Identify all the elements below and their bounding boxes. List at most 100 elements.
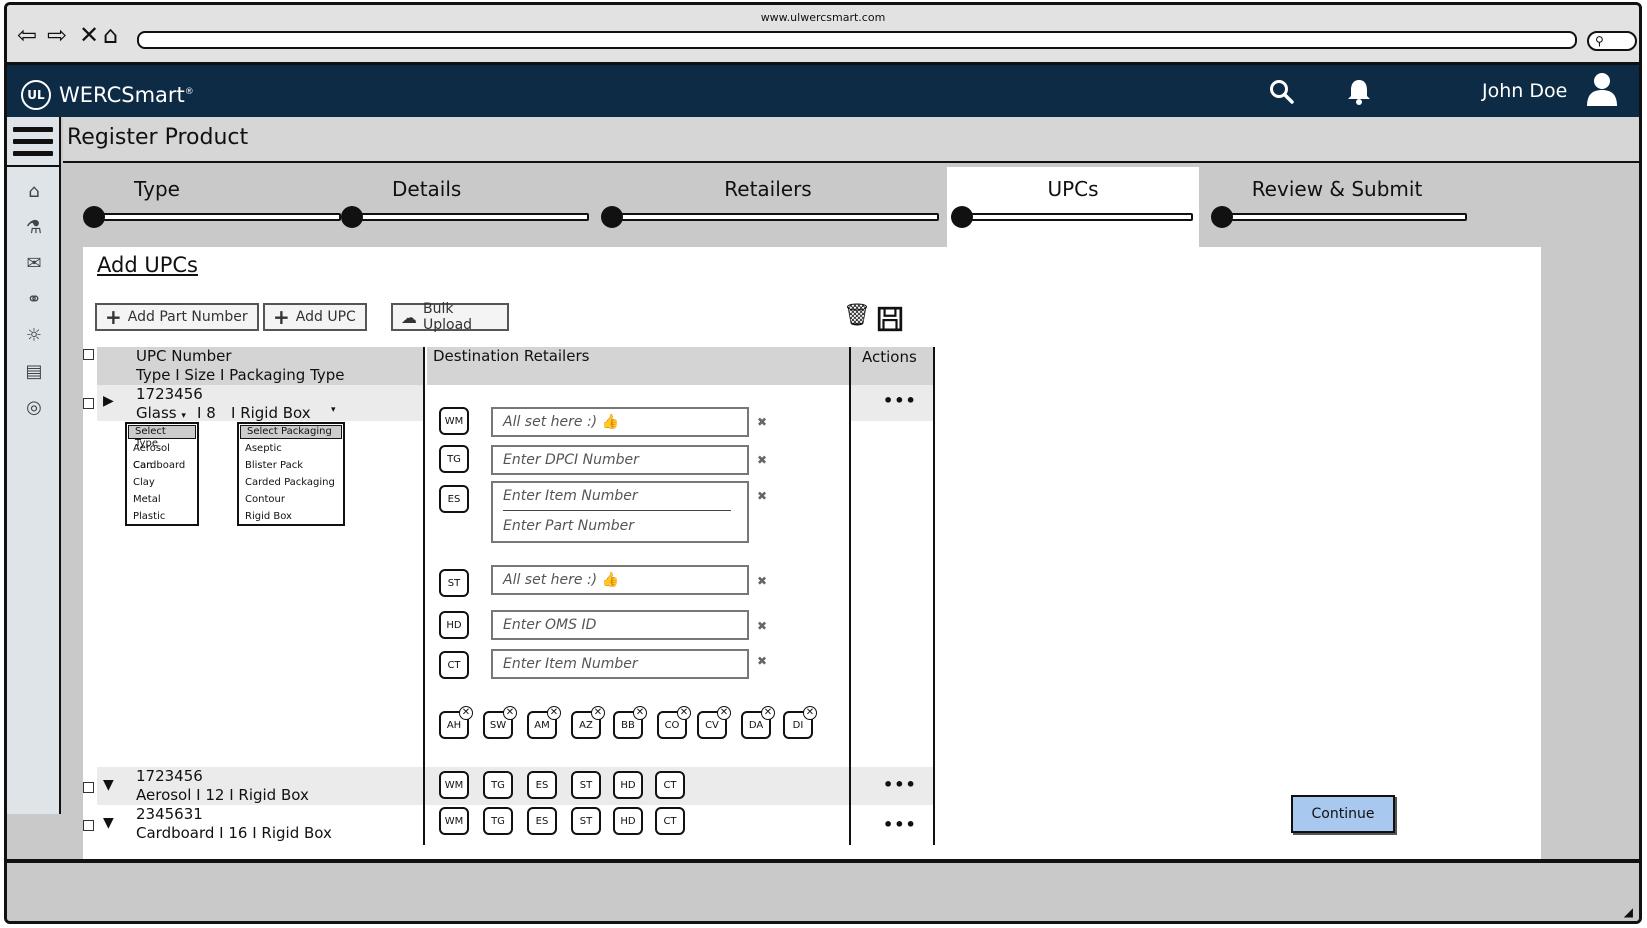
list-item[interactable]: Contour bbox=[239, 491, 343, 508]
continue-button[interactable]: Continue bbox=[1291, 795, 1395, 833]
retailer-badge-ct[interactable]: CT bbox=[439, 651, 469, 679]
retailer-badge-es[interactable]: ES bbox=[527, 807, 557, 835]
lightbulb-icon[interactable]: ☼ bbox=[21, 325, 47, 351]
trash-icon[interactable]: 🗑 bbox=[843, 303, 871, 331]
user-name[interactable]: John Doe bbox=[1482, 80, 1567, 102]
list-item[interactable]: Metal bbox=[127, 491, 197, 508]
expand-caret-icon[interactable]: ▼ bbox=[103, 777, 114, 793]
remove-icon[interactable]: ✖ bbox=[757, 453, 767, 467]
retailer-badge-cv[interactable]: CV ✕ bbox=[697, 706, 731, 739]
retailer-badge-co[interactable]: CO ✕ bbox=[657, 706, 691, 739]
retailer-badge-hd[interactable]: HD bbox=[439, 611, 469, 639]
user-avatar-icon[interactable] bbox=[1585, 70, 1619, 108]
row-checkbox[interactable] bbox=[83, 398, 94, 409]
mail-icon[interactable]: ✉ bbox=[21, 253, 47, 279]
retailer-badge-tg[interactable]: TG bbox=[483, 771, 513, 799]
wm-field[interactable]: All set here :) 👍 bbox=[491, 407, 749, 437]
row-checkbox[interactable] bbox=[83, 820, 94, 831]
part-number-field[interactable]: Enter Part Number bbox=[503, 511, 747, 539]
oms-id-field[interactable]: Enter OMS ID bbox=[491, 610, 749, 640]
close-icon[interactable]: ✕ bbox=[503, 706, 517, 720]
close-icon[interactable]: ✕ bbox=[591, 706, 605, 720]
list-item[interactable]: Blister Pack bbox=[239, 457, 343, 474]
ct-item-number-field[interactable]: Enter Item Number bbox=[491, 649, 749, 679]
search-icon[interactable] bbox=[1269, 79, 1295, 105]
address-bar[interactable] bbox=[137, 31, 1577, 49]
close-icon[interactable]: ✕ bbox=[803, 706, 817, 720]
retailer-badge-am[interactable]: AM ✕ bbox=[527, 706, 561, 739]
retailer-badge-st[interactable]: ST bbox=[571, 771, 601, 799]
retailer-badge-wm[interactable]: WM bbox=[439, 771, 469, 799]
collapse-caret-icon[interactable]: ▶ bbox=[103, 393, 114, 409]
retailer-badge-st[interactable]: ST bbox=[571, 807, 601, 835]
retailer-badge-wm[interactable]: WM bbox=[439, 807, 469, 835]
retailer-badge-hd[interactable]: HD bbox=[613, 771, 643, 799]
close-icon[interactable]: ✕ bbox=[761, 706, 775, 720]
browser-search-field[interactable]: ⚲ bbox=[1587, 31, 1637, 51]
logo[interactable]: UL WERCSmart® bbox=[21, 80, 194, 110]
add-upc-button[interactable]: + Add UPC bbox=[263, 303, 367, 331]
cart-icon[interactable]: ▤ bbox=[21, 361, 47, 387]
home-icon[interactable]: ⌂ bbox=[103, 23, 118, 47]
step-retailers[interactable]: Retailers bbox=[597, 167, 939, 247]
remove-icon[interactable]: ✖ bbox=[757, 574, 767, 588]
list-item[interactable]: Aerosol Can bbox=[127, 440, 197, 471]
step-type[interactable]: Type bbox=[79, 167, 341, 247]
packaging-listbox[interactable]: Select Packaging Aseptic Blister Pack Ca… bbox=[237, 422, 345, 526]
retailer-badge-es[interactable]: ES bbox=[527, 771, 557, 799]
close-icon[interactable]: ✕ bbox=[717, 706, 731, 720]
bulk-upload-button[interactable]: ☁ Bulk Upload bbox=[391, 301, 509, 333]
retailer-badge-az[interactable]: AZ ✕ bbox=[571, 706, 605, 739]
handshake-icon[interactable]: ⚭ bbox=[21, 289, 47, 315]
close-icon[interactable]: ✕ bbox=[459, 706, 473, 720]
list-item[interactable]: Aseptic bbox=[239, 440, 343, 457]
expand-caret-icon[interactable]: ▼ bbox=[103, 815, 114, 831]
remove-icon[interactable]: ✖ bbox=[757, 489, 767, 503]
row-actions-button[interactable]: ••• bbox=[883, 815, 917, 834]
type-listbox[interactable]: Select Type Aerosol Can Cardboard Clay M… bbox=[125, 422, 199, 526]
list-item[interactable]: Select Type bbox=[128, 425, 196, 449]
step-review-submit[interactable]: Review & Submit bbox=[1207, 167, 1467, 247]
back-icon[interactable]: ⇦ bbox=[17, 23, 37, 47]
retailer-badge-hd[interactable]: HD bbox=[613, 807, 643, 835]
size-input[interactable]: I 8 bbox=[197, 404, 216, 422]
retailer-badge-wm[interactable]: WM bbox=[439, 407, 469, 435]
chevron-down-icon[interactable]: ▾ bbox=[331, 405, 336, 415]
dpci-number-field[interactable]: Enter DPCI Number bbox=[491, 445, 749, 475]
retailer-badge-ah[interactable]: AH ✕ bbox=[439, 706, 473, 739]
type-select[interactable]: Glass ▾ bbox=[136, 404, 186, 422]
retailer-badge-tg[interactable]: TG bbox=[483, 807, 513, 835]
close-icon[interactable]: ✕ bbox=[677, 706, 691, 720]
step-upcs[interactable]: UPCs bbox=[947, 167, 1199, 247]
packaging-select[interactable]: I Rigid Box bbox=[231, 404, 311, 422]
stop-icon[interactable]: ✕ bbox=[79, 23, 99, 47]
step-details[interactable]: Details bbox=[337, 167, 589, 247]
remove-icon[interactable]: ✖ bbox=[757, 619, 767, 633]
lifebuoy-icon[interactable]: ◎ bbox=[21, 397, 47, 423]
retailer-badge-di[interactable]: DI ✕ bbox=[783, 706, 817, 739]
retailer-badge-st[interactable]: ST bbox=[439, 569, 469, 597]
save-icon[interactable] bbox=[877, 305, 903, 333]
list-item[interactable]: Carded Packaging bbox=[239, 474, 343, 491]
remove-icon[interactable]: ✖ bbox=[757, 415, 767, 429]
flask-icon[interactable]: ⚗ bbox=[21, 217, 47, 243]
close-icon[interactable]: ✕ bbox=[633, 706, 647, 720]
add-part-number-button[interactable]: + Add Part Number bbox=[95, 303, 259, 331]
item-number-field[interactable]: Enter Item Number bbox=[503, 483, 731, 511]
retailer-badge-ct[interactable]: CT bbox=[655, 807, 685, 835]
list-item[interactable]: Rigid Box bbox=[239, 508, 343, 525]
remove-icon[interactable]: ✖ bbox=[757, 654, 767, 668]
st-field[interactable]: All set here :) 👍 bbox=[491, 565, 749, 595]
retailer-badge-bb[interactable]: BB ✕ bbox=[613, 706, 647, 739]
list-item[interactable]: Clay bbox=[127, 474, 197, 491]
select-all-checkbox[interactable] bbox=[83, 349, 94, 360]
row-actions-button[interactable]: ••• bbox=[883, 391, 917, 410]
forward-icon[interactable]: ⇨ bbox=[47, 23, 67, 47]
bell-icon[interactable] bbox=[1346, 77, 1372, 105]
row-checkbox[interactable] bbox=[83, 782, 94, 793]
home-icon[interactable]: ⌂ bbox=[21, 181, 47, 207]
menu-icon[interactable] bbox=[13, 127, 53, 161]
row-actions-button[interactable]: ••• bbox=[883, 775, 917, 794]
retailer-badge-tg[interactable]: TG bbox=[439, 445, 469, 473]
close-icon[interactable]: ✕ bbox=[547, 706, 561, 720]
